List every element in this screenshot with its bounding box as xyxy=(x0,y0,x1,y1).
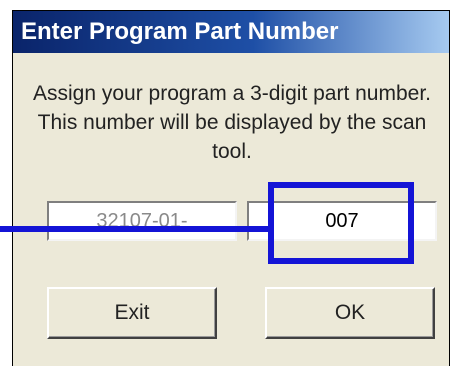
dialog-title: Enter Program Part Number xyxy=(13,11,449,53)
ok-button[interactable]: OK xyxy=(265,287,435,339)
instruction-text: Assign your program a 3-digit part numbe… xyxy=(32,82,432,163)
part-prefix-field: 32107-01- xyxy=(47,201,237,241)
exit-button[interactable]: Exit xyxy=(47,287,217,339)
part-number-dialog: Enter Program Part Number Assign your pr… xyxy=(12,10,450,366)
part-number-input[interactable]: 007 xyxy=(247,201,437,241)
